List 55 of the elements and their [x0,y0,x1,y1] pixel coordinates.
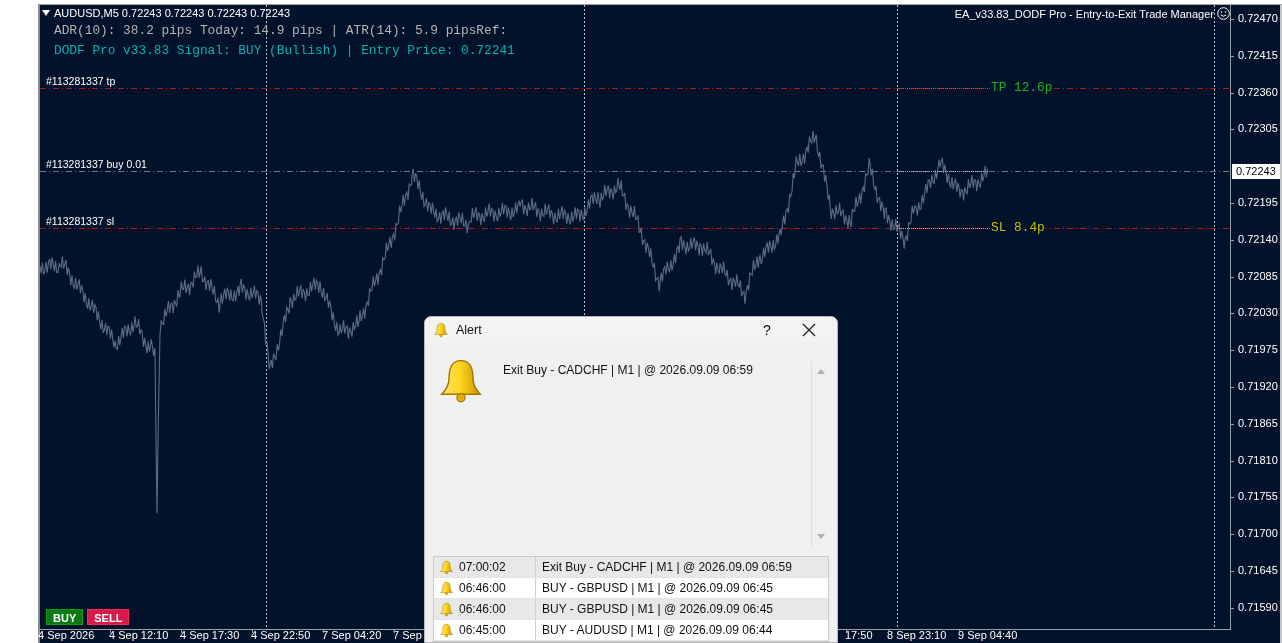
bell-icon [439,622,454,638]
help-button[interactable]: ? [752,322,782,339]
time-label: 4 Sep 12:10 [109,629,169,641]
price-label: 0.71755 [1238,490,1278,503]
marker-label: SL 8.4p [990,220,1046,235]
price-label: 0.71700 [1238,527,1278,540]
alert-text: BUY - GBPUSD | M1 | @ 2026.09.09 06:45 [541,602,773,616]
time-label: 4 Sep 2026 [38,629,95,641]
bell-icon [433,322,449,339]
buy-button[interactable]: BUY [46,609,84,625]
alert-time: 06:46:00 [459,581,506,595]
symbol-header: AUDUSD,M5 0.72243 0.72243 0.72243 0.72243 [54,7,291,19]
indicator-text: ADR(10): 38.2 pips Today: 14.9 pips | ATR(14): 5.9 pipsRef: [54,23,508,38]
alert-row[interactable]: 06:45:00 BUY - AUDUSD | M1 | @ 2026.09.09 06:44 [434,620,828,641]
price-label: 0.72305 [1238,122,1278,135]
order-label: #113281337 buy 0.01 [46,158,147,170]
current-price-label: 0.72243 [1232,164,1280,179]
alert-row[interactable]: 06:46:00 BUY - GBPUSD | M1 | @ 2026.09.09 06:45 [434,599,828,620]
order-label: #113281337 sl [46,215,115,227]
alert-time: 07:00:02 [459,560,506,574]
marker-label: TP 12.6p [990,80,1054,95]
price-label: 0.71590 [1238,600,1278,613]
time-label: 4 Sep 22:50 [251,629,311,641]
price-label: 0.72360 [1238,85,1278,98]
expert-title: EA_v33.83_DODF Pro - Entry-to-Exit Trade Manager [954,7,1214,20]
price-label: 0.71920 [1238,380,1278,392]
alert-row[interactable]: 07:00:02 Exit Buy - CADCHF | M1 | @ 2026.09.09 06:59 [434,557,828,578]
time-label: 17:50 [845,629,873,641]
price-label: 0.72470 [1238,12,1278,24]
price-label: 0.71810 [1238,453,1278,466]
time-label: 4 Sep 17:30 [180,629,240,641]
close-icon[interactable] [801,322,817,339]
bell-icon [439,601,454,617]
price-label: 0.72085 [1238,269,1278,282]
price-label: 0.71645 [1238,564,1278,576]
dialog-title: Alert [456,323,483,338]
bell-icon [439,559,454,575]
alert-text: BUY - GBPUSD | M1 | @ 2026.09.09 06:45 [541,581,773,595]
price-label: 0.71975 [1238,343,1278,356]
indicator-text: DODF Pro v33.83 Signal: BUY (Bullish) | Entry Price: 0.72241 [54,43,515,58]
order-label: #113281337 tp [46,75,116,87]
price-label: 0.72415 [1238,48,1278,61]
alert-message: Exit Buy - CADCHF | M1 | @ 2026.09.09 06:59 [503,362,754,378]
dropdown-icon[interactable] [42,10,50,16]
price-label: 0.71865 [1238,416,1278,429]
bell-icon [439,580,454,596]
smiley-icon[interactable] [1217,7,1230,20]
alert-text: BUY - AUDUSD | M1 | @ 2026.09.09 06:44 [541,623,773,637]
sell-button[interactable]: SELL [87,609,130,625]
price-label: 0.72140 [1238,232,1278,245]
alert-time: 06:45:00 [459,623,506,637]
price-label: 0.72195 [1238,196,1278,208]
alert-time: 06:46:00 [459,602,506,616]
price-label: 0.72030 [1238,306,1278,319]
alert-text: Exit Buy - CADCHF | M1 | @ 2026.09.09 06:59 [541,560,792,574]
